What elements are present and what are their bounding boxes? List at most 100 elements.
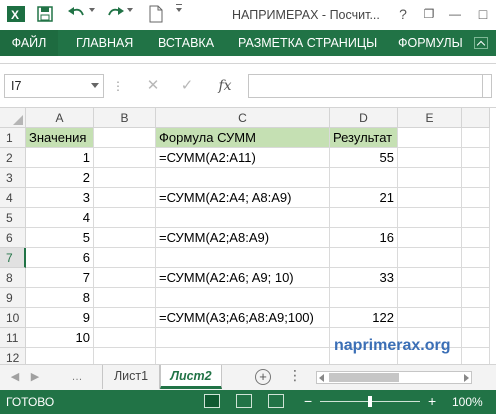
cell-e6[interactable] <box>398 228 462 248</box>
cell-c4[interactable]: =СУММ(A2:A4; A8:A9) <box>156 188 330 208</box>
add-sheet-icon[interactable]: + <box>255 369 271 385</box>
enter-icon[interactable]: ✓ <box>176 76 198 96</box>
scroll-right-icon[interactable] <box>464 374 469 382</box>
normal-view-icon[interactable] <box>204 394 220 408</box>
cell-d7[interactable] <box>330 248 398 268</box>
name-box[interactable]: I7 <box>4 74 104 98</box>
cell-f10[interactable] <box>462 308 490 328</box>
cell-f7[interactable] <box>462 248 490 268</box>
cell-c1[interactable]: Формула СУММ <box>156 128 330 148</box>
cell-a4[interactable]: 3 <box>26 188 94 208</box>
cell-f9[interactable] <box>462 288 490 308</box>
row-header-5[interactable]: 5 <box>0 208 26 228</box>
cell-c8[interactable]: =СУММ(A2:A6; A9; 10) <box>156 268 330 288</box>
customize-toolbar-icon[interactable] <box>176 8 182 12</box>
cell-e4[interactable] <box>398 188 462 208</box>
next-sheet-icon[interactable]: ▶ <box>28 370 42 384</box>
formula-expand-button[interactable] <box>482 74 492 98</box>
horizontal-scrollbar[interactable] <box>316 371 472 384</box>
cell-c10[interactable]: =СУММ(A3;A6;A8:A9;100) <box>156 308 330 328</box>
cell-d8[interactable]: 33 <box>330 268 398 288</box>
sheet-options-icon[interactable]: ⋮ <box>288 368 302 382</box>
cell-e10[interactable] <box>398 308 462 328</box>
sheet-tab-1[interactable]: Лист1 <box>102 365 160 389</box>
cell-e8[interactable] <box>398 268 462 288</box>
cell-b11[interactable] <box>94 328 156 348</box>
column-header-e[interactable]: E <box>398 108 462 128</box>
cell-a1[interactable]: Значения <box>26 128 94 148</box>
row-header-4[interactable]: 4 <box>0 188 26 208</box>
row-header-6[interactable]: 6 <box>0 228 26 248</box>
row-header-10[interactable]: 10 <box>0 308 26 328</box>
row-header-1[interactable]: 1 <box>0 128 26 148</box>
cell-c2[interactable]: =СУММ(A2:A11) <box>156 148 330 168</box>
cell-b6[interactable] <box>94 228 156 248</box>
column-header-f[interactable] <box>462 108 490 128</box>
undo-icon[interactable] <box>66 5 88 23</box>
page-layout-view-icon[interactable] <box>236 394 252 408</box>
new-file-icon[interactable] <box>148 5 164 23</box>
cell-f11[interactable] <box>462 328 490 348</box>
cell-b2[interactable] <box>94 148 156 168</box>
cell-b5[interactable] <box>94 208 156 228</box>
cell-c7[interactable] <box>156 248 330 268</box>
cell-a2[interactable]: 1 <box>26 148 94 168</box>
cell-a8[interactable]: 7 <box>26 268 94 288</box>
save-icon[interactable] <box>36 5 54 23</box>
cell-e3[interactable] <box>398 168 462 188</box>
cell-b10[interactable] <box>94 308 156 328</box>
cell-e1[interactable] <box>398 128 462 148</box>
cell-a11[interactable]: 10 <box>26 328 94 348</box>
cell-e9[interactable] <box>398 288 462 308</box>
insert-function-icon[interactable]: fx <box>214 76 236 96</box>
cell-b9[interactable] <box>94 288 156 308</box>
minimize-button[interactable]: — <box>444 4 466 24</box>
cell-d2[interactable]: 55 <box>330 148 398 168</box>
scroll-thumb[interactable] <box>329 373 399 382</box>
cell-a9[interactable]: 8 <box>26 288 94 308</box>
row-header-3[interactable]: 3 <box>0 168 26 188</box>
cell-c11[interactable] <box>156 328 330 348</box>
formula-bar-grip-icon[interactable]: ⋮ <box>112 78 124 94</box>
cell-b1[interactable] <box>94 128 156 148</box>
zoom-out-button[interactable]: − <box>304 393 312 409</box>
collapse-ribbon-icon[interactable] <box>474 37 488 49</box>
cell-d4[interactable]: 21 <box>330 188 398 208</box>
sheet-tab-2[interactable]: Лист2 <box>160 365 222 389</box>
cell-c6[interactable]: =СУММ(A2;A8:A9) <box>156 228 330 248</box>
redo-dropdown-icon[interactable] <box>127 8 133 12</box>
more-sheets-icon[interactable]: … <box>70 370 84 384</box>
ribbon-display-button[interactable]: ❐ <box>418 4 440 24</box>
cell-f5[interactable] <box>462 208 490 228</box>
prev-sheet-icon[interactable]: ◀ <box>8 370 22 384</box>
cell-e7[interactable] <box>398 248 462 268</box>
tab-home[interactable]: ГЛАВНАЯ <box>76 30 133 56</box>
cell-a6[interactable]: 5 <box>26 228 94 248</box>
row-header-7[interactable]: 7 <box>0 248 26 268</box>
cell-a7[interactable]: 6 <box>26 248 94 268</box>
zoom-in-button[interactable]: + <box>428 393 436 409</box>
cell-c5[interactable] <box>156 208 330 228</box>
cell-d5[interactable] <box>330 208 398 228</box>
column-header-b[interactable]: B <box>94 108 156 128</box>
cell-a10[interactable]: 9 <box>26 308 94 328</box>
cell-b4[interactable] <box>94 188 156 208</box>
help-button[interactable]: ? <box>392 4 414 24</box>
cell-f3[interactable] <box>462 168 490 188</box>
column-header-c[interactable]: C <box>156 108 330 128</box>
cell-a3[interactable]: 2 <box>26 168 94 188</box>
excel-icon[interactable]: X <box>6 5 26 23</box>
maximize-button[interactable]: □ <box>472 4 494 24</box>
cell-d1[interactable]: Результат <box>330 128 398 148</box>
row-header-8[interactable]: 8 <box>0 268 26 288</box>
name-box-dropdown-icon[interactable] <box>91 83 99 88</box>
tab-file[interactable]: ФАЙЛ <box>0 30 58 56</box>
cell-d3[interactable] <box>330 168 398 188</box>
cell-f4[interactable] <box>462 188 490 208</box>
column-header-a[interactable]: A <box>26 108 94 128</box>
cell-c3[interactable] <box>156 168 330 188</box>
cell-f8[interactable] <box>462 268 490 288</box>
cell-f1[interactable] <box>462 128 490 148</box>
cell-d9[interactable] <box>330 288 398 308</box>
redo-icon[interactable] <box>104 5 126 23</box>
